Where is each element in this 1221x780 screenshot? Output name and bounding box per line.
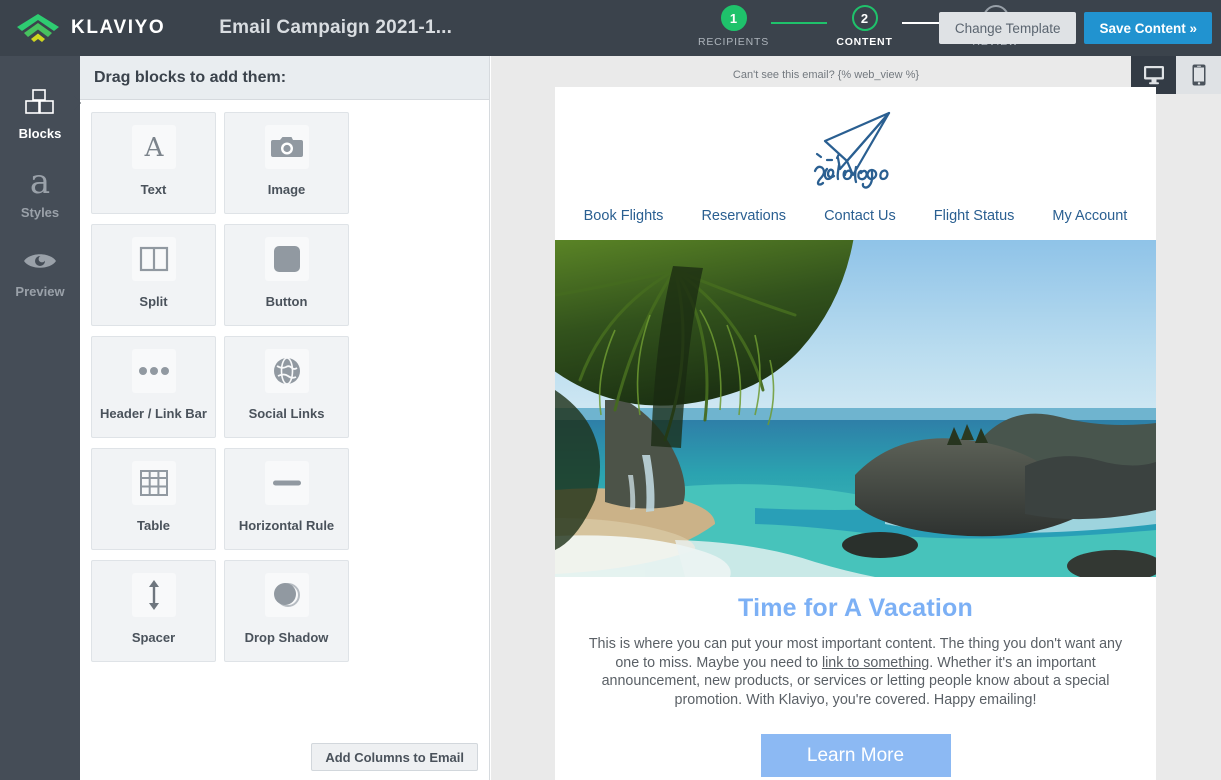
change-template-button[interactable]: Change Template	[938, 12, 1077, 44]
brand[interactable]: KLAVIYO	[14, 11, 165, 45]
email-nav-link-reservations[interactable]: Reservations	[701, 208, 786, 224]
web-view-note: Can't see this email? {% web_view %}	[732, 69, 920, 81]
rail-item-blocks[interactable]: Blocks	[0, 78, 80, 157]
email-body-text[interactable]: This is where you can put your most impo…	[555, 635, 1156, 709]
campaign-title: Email Campaign 2021-1...	[219, 17, 453, 38]
brand-name: KLAVIYO	[71, 17, 166, 38]
horizontal-rule-icon	[264, 461, 309, 505]
blocks-panel: Drag blocks to add them: A Text Image Sp…	[74, 56, 490, 780]
block-label-horizontal-rule: Horizontal Rule	[238, 518, 335, 533]
block-label-image: Image	[267, 182, 306, 197]
rail-label-styles: Styles	[20, 205, 60, 220]
panel-header: Drag blocks to add them:	[80, 56, 489, 100]
panel-heading: Drag blocks to add them:	[94, 68, 287, 86]
block-tile-header-link-bar[interactable]: Header / Link Bar	[91, 336, 216, 438]
paper-airplane-icon	[813, 111, 891, 189]
email-body-link[interactable]: link to something	[822, 655, 929, 671]
email-nav-link-book-flights[interactable]: Book Flights	[584, 208, 664, 224]
email-nav-link-contact-us[interactable]: Contact Us	[824, 208, 896, 224]
three-dots-icon	[131, 349, 176, 393]
block-tile-text[interactable]: A Text	[91, 112, 216, 214]
email-nav-link-flight-status[interactable]: Flight Status	[934, 208, 1015, 224]
step-content[interactable]: 2 CONTENT	[827, 5, 902, 48]
block-tile-split[interactable]: Split	[91, 224, 216, 326]
block-label-table: Table	[137, 518, 170, 533]
email-nav-link-my-account[interactable]: My Account	[1052, 208, 1127, 224]
step-label-recipients: RECIPIENTS	[697, 36, 769, 48]
block-tile-drop-shadow[interactable]: Drop Shadow	[224, 560, 349, 662]
save-content-button[interactable]: Save Content »	[1084, 12, 1212, 44]
text-a-icon: A	[131, 125, 176, 169]
rounded-square-icon	[264, 237, 309, 281]
top-bar: KLAVIYO Email Campaign 2021-1... 1 RECIP…	[0, 0, 1221, 56]
panel-footer: Add Columns to Email	[80, 734, 489, 780]
block-tile-button[interactable]: Button	[224, 224, 349, 326]
drop-shadow-circle-icon	[264, 573, 309, 617]
globe-icon	[264, 349, 309, 393]
block-label-text: Text	[140, 182, 167, 197]
block-label-spacer: Spacer	[131, 630, 176, 645]
step-recipients[interactable]: 1 RECIPIENTS	[696, 5, 771, 48]
panel-pointer-icon	[74, 96, 81, 110]
email-preview-pane: Can't see this email? {% web_view %} Boo…	[491, 56, 1221, 780]
phone-icon	[1192, 64, 1205, 86]
top-bar-actions: Change Template Save Content »	[938, 12, 1212, 44]
rail-item-styles[interactable]: a Styles	[0, 157, 80, 236]
rail-label-preview: Preview	[15, 284, 65, 299]
block-label-split: Split	[139, 294, 168, 309]
email-cta-block: Learn More	[555, 709, 1156, 780]
left-rail: Blocks a Styles Preview	[0, 56, 80, 780]
eye-icon	[23, 246, 57, 276]
email-headline[interactable]: Time for A Vacation	[555, 577, 1156, 635]
mobile-view-button[interactable]	[1176, 56, 1221, 94]
step-connector-1	[771, 22, 827, 24]
block-tile-horizontal-rule[interactable]: Horizontal Rule	[224, 448, 349, 550]
email-canvas: Book Flights Reservations Contact Us Fli…	[555, 87, 1156, 780]
block-label-header-link-bar: Header / Link Bar	[100, 406, 207, 421]
step-label-content: CONTENT	[836, 36, 893, 48]
rail-item-preview[interactable]: Preview	[0, 236, 80, 315]
blocks-icon	[25, 88, 55, 118]
block-tile-table[interactable]: Table	[91, 448, 216, 550]
coastal-cove-photo	[555, 240, 1156, 577]
learn-more-button[interactable]: Learn More	[760, 734, 951, 777]
step-number-2: 2	[851, 5, 878, 31]
table-grid-icon	[131, 461, 176, 505]
blocks-grid: A Text Image Split Button Header / Link …	[80, 100, 489, 662]
klaviyo-wave-logo-icon	[17, 14, 59, 42]
email-nav-bar: Book Flights Reservations Contact Us Fli…	[555, 195, 1156, 240]
camera-icon	[264, 125, 309, 169]
step-number-1: 1	[720, 5, 747, 31]
rail-label-blocks: Blocks	[18, 126, 62, 141]
block-label-button: Button	[265, 294, 308, 309]
block-tile-social-links[interactable]: Social Links	[224, 336, 349, 438]
block-label-drop-shadow: Drop Shadow	[244, 630, 329, 645]
email-hero-image[interactable]	[555, 240, 1156, 577]
block-tile-spacer[interactable]: Spacer	[91, 560, 216, 662]
monitor-icon	[1143, 66, 1164, 85]
email-logo-block[interactable]	[555, 87, 1156, 195]
block-label-social-links: Social Links	[248, 406, 325, 421]
split-columns-icon	[131, 237, 176, 281]
klaviyo-email-editor: KLAVIYO Email Campaign 2021-1... 1 RECIP…	[0, 0, 1221, 780]
add-columns-to-email-button[interactable]: Add Columns to Email	[311, 743, 478, 771]
block-tile-image[interactable]: Image	[224, 112, 349, 214]
vertical-arrows-icon	[131, 573, 176, 617]
svg-text:A: A	[143, 133, 164, 162]
letter-a-icon: a	[29, 162, 51, 202]
